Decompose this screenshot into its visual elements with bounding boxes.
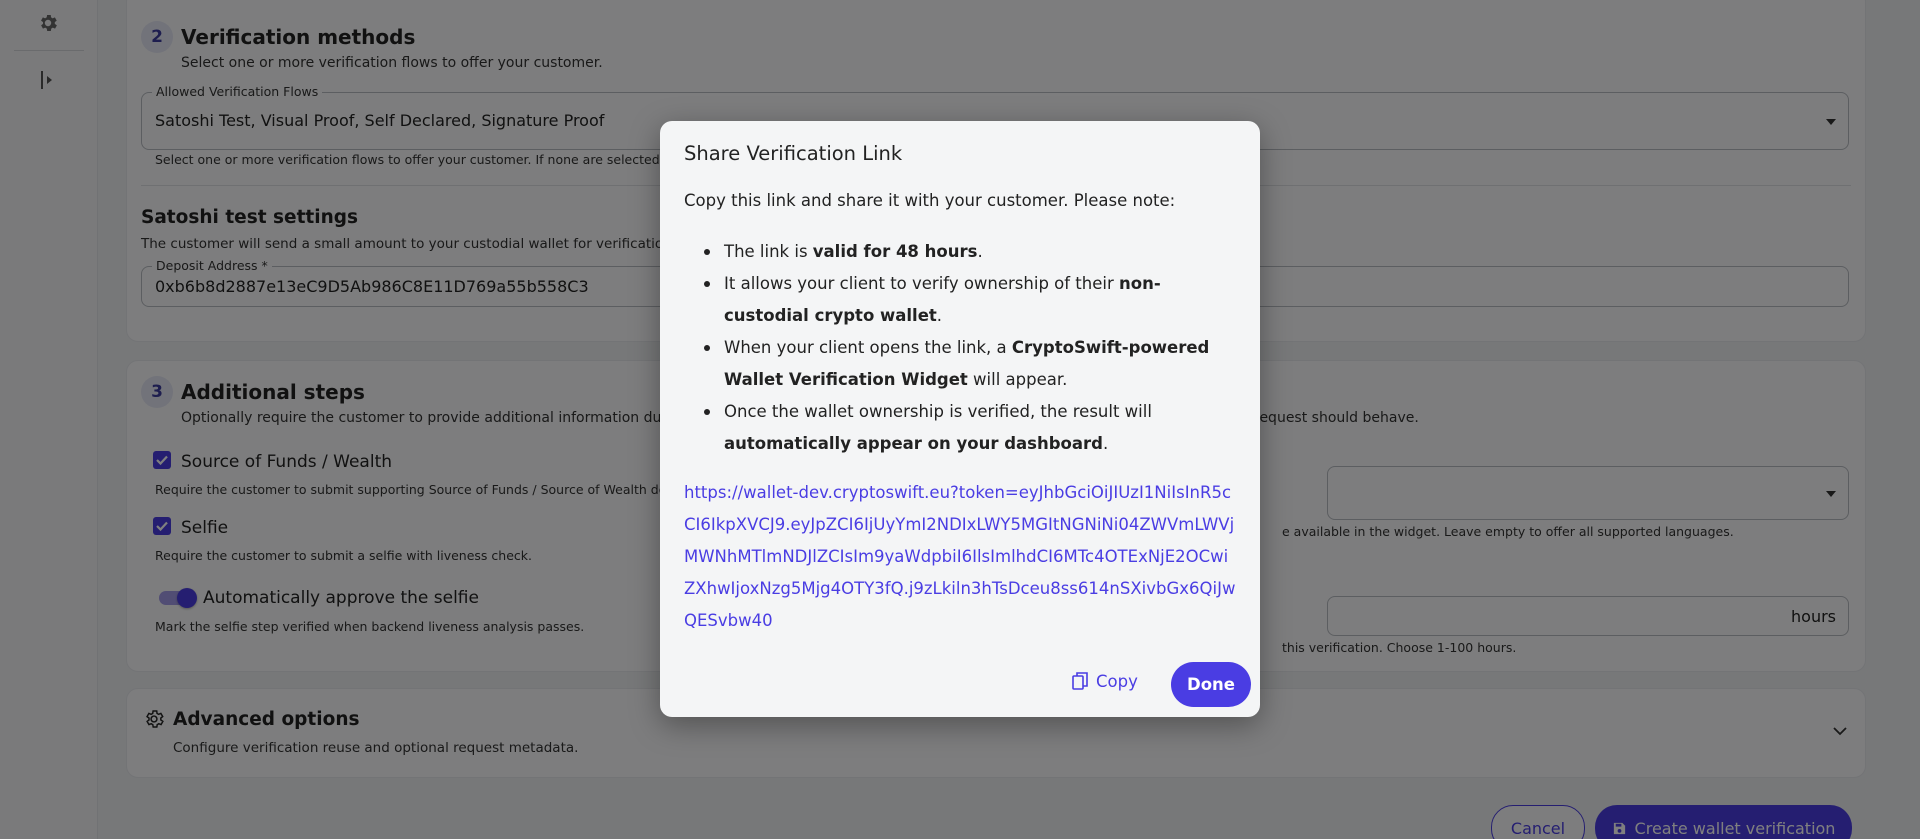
list-item: Once the wallet ownership is verified, t… (700, 396, 1235, 460)
dialog-title: Share Verification Link (684, 142, 903, 165)
copy-button[interactable]: Copy (1072, 663, 1152, 699)
list-item: The link is valid for 48 hours. (700, 236, 1235, 268)
list-item: When your client opens the link, a Crypt… (700, 332, 1235, 396)
done-button[interactable]: Done (1171, 662, 1251, 707)
copy-icon (1072, 672, 1088, 690)
share-link-dialog: Share Verification Link Copy this link a… (660, 121, 1260, 717)
verification-link[interactable]: https://wallet-dev.cryptoswift.eu?token=… (684, 477, 1239, 637)
list-item: It allows your client to verify ownershi… (700, 268, 1235, 332)
dialog-intro: Copy this link and share it with your cu… (684, 191, 1176, 210)
notes-list: The link is valid for 48 hours. It allow… (700, 236, 1235, 460)
copy-label: Copy (1096, 671, 1138, 691)
